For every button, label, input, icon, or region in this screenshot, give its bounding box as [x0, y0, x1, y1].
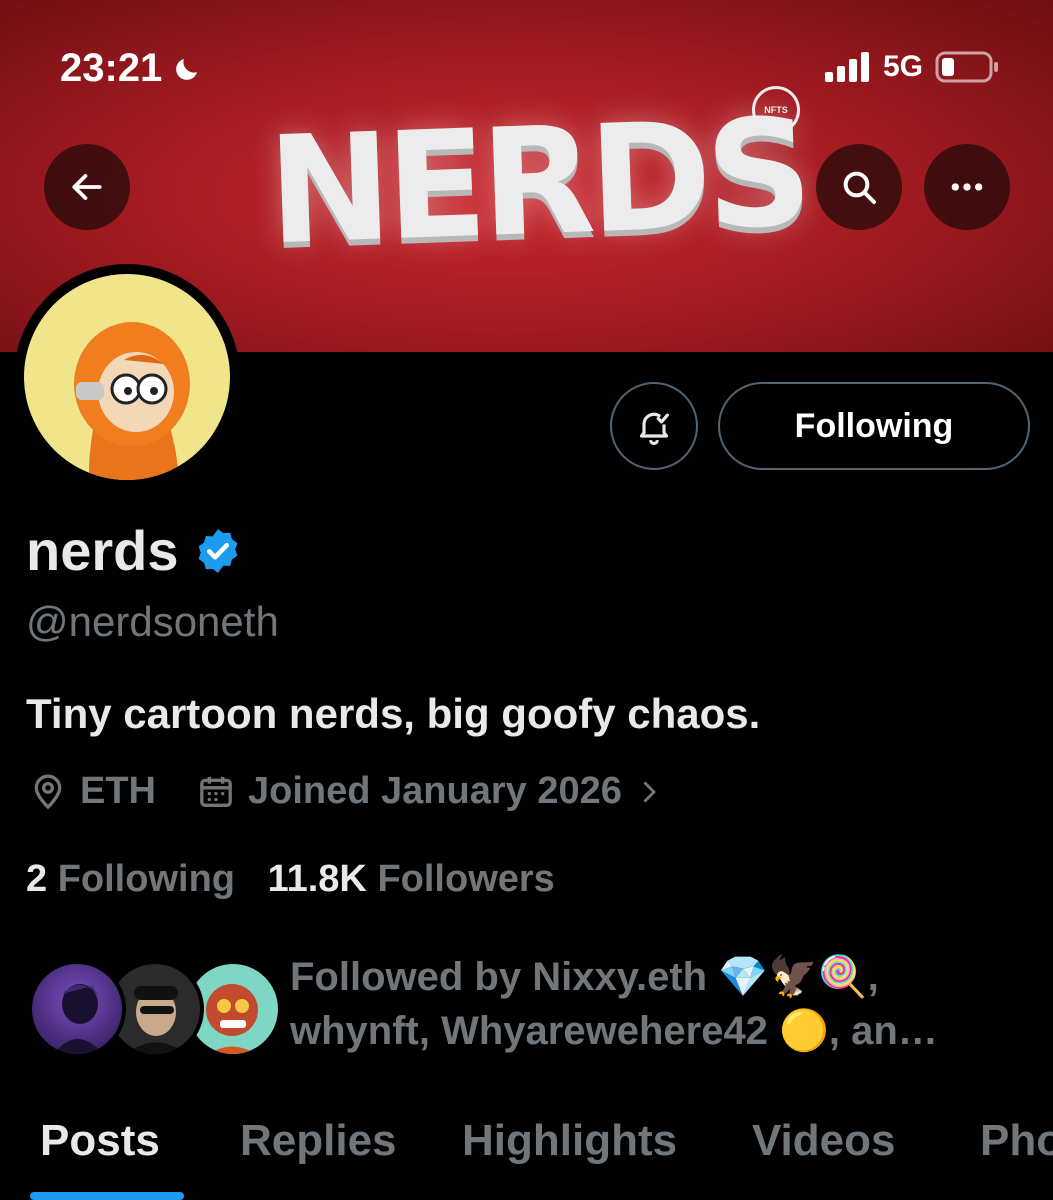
- location-pin-icon: [34, 774, 62, 809]
- followed-by-avatars[interactable]: [28, 960, 282, 1060]
- followers-label: Followers: [377, 858, 555, 900]
- nerd-character-avatar: [24, 274, 230, 480]
- followed-by-line-1: Followed by Nixxy.eth 💎🦅🍭,: [290, 955, 879, 999]
- search-icon: [843, 171, 876, 204]
- status-bar-right: 5G: [824, 50, 999, 84]
- tab-posts[interactable]: Posts: [40, 1116, 160, 1166]
- more-button[interactable]: [924, 144, 1010, 230]
- active-tab-indicator: [30, 1192, 184, 1200]
- location-text: ETH: [80, 770, 156, 812]
- tab-highlights[interactable]: Highlights: [462, 1116, 677, 1166]
- follow-counts: 2 Following 11.8K Followers: [26, 858, 555, 901]
- profile-tabs: Posts Replies Highlights Videos Pho: [0, 1110, 1053, 1200]
- moon-icon: [176, 58, 198, 80]
- back-button[interactable]: [44, 144, 130, 230]
- verified-badge-icon[interactable]: [193, 526, 243, 576]
- network-type: 5G: [882, 50, 923, 83]
- battery-icon: [935, 51, 998, 83]
- bell-check-icon: [639, 412, 669, 445]
- following-count: 2: [26, 858, 48, 900]
- profile-bio: Tiny cartoon nerds, big goofy chaos.: [26, 690, 761, 737]
- calendar-icon: [200, 776, 232, 807]
- banner-badge: NFTS: [752, 86, 800, 134]
- followed-by-line-2: whynft, Whyarewehere42 🟡, an…: [290, 1009, 938, 1053]
- search-button[interactable]: [816, 144, 902, 230]
- followed-by-text[interactable]: Followed by Nixxy.eth 💎🦅🍭, whynft, Whyar…: [290, 950, 1030, 1058]
- follower-avatar: [28, 960, 126, 1058]
- more-dots-icon: [951, 183, 983, 191]
- profile-meta: ETH Joined January 2026: [28, 770, 664, 813]
- following-button[interactable]: Following: [718, 382, 1030, 470]
- banner-logo: NERDS: [265, 86, 810, 278]
- joined-text: Joined January 2026: [248, 770, 622, 812]
- profile-name-row: nerds: [26, 518, 243, 583]
- chevron-right-icon: [643, 781, 656, 802]
- signal-icon: [824, 52, 869, 82]
- followers-count: 11.8K: [267, 858, 367, 900]
- tab-replies[interactable]: Replies: [240, 1116, 397, 1166]
- location-item: ETH: [28, 770, 156, 813]
- status-bar-time-group: 23:21: [60, 46, 202, 91]
- notifications-button[interactable]: [610, 382, 698, 470]
- tab-videos[interactable]: Videos: [752, 1116, 895, 1166]
- followers-count-link[interactable]: 11.8K Followers: [268, 858, 555, 900]
- profile-name: nerds: [26, 519, 179, 582]
- tab-photos[interactable]: Pho: [980, 1116, 1053, 1166]
- following-count-link[interactable]: 2 Following: [26, 858, 246, 900]
- profile-avatar[interactable]: [14, 264, 240, 490]
- following-label: Following: [57, 858, 235, 900]
- arrow-left-icon: [72, 174, 102, 200]
- joined-item[interactable]: Joined January 2026: [196, 770, 664, 813]
- status-time: 23:21: [60, 46, 163, 90]
- profile-handle: @nerdsoneth: [26, 598, 279, 645]
